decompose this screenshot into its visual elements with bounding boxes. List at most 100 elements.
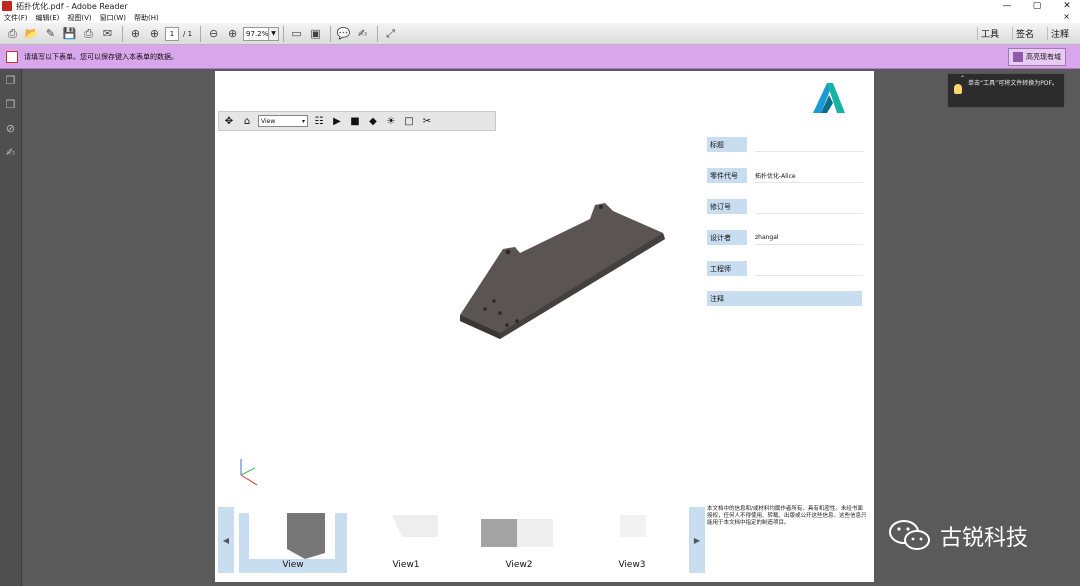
zoom-input[interactable]: 97.2% xyxy=(243,26,270,41)
form-message: 请填写以下表单。您可以保存键入本表单的数据。 xyxy=(24,52,178,61)
menu-help[interactable]: 帮助(H) xyxy=(134,13,159,23)
edit-icon[interactable]: ✎ xyxy=(42,25,59,42)
field-label: 设计者 xyxy=(707,230,747,245)
comment-icon[interactable]: 💬 xyxy=(335,25,352,42)
3d-part-model xyxy=(460,203,665,339)
view-label: View xyxy=(282,560,304,570)
save-icon[interactable]: 💾 xyxy=(61,25,78,42)
watermark: 古锐科技 xyxy=(888,518,1028,554)
menu-edit[interactable]: 编辑(E) xyxy=(36,13,60,23)
main-toolbar: ⎙ 📂 ✎ 💾 ⎙ ✉ ⊕ ⊕ 1 / 1 ⊖ ⊕ 97.2% ▼ ▭ ▣ 💬 … xyxy=(0,23,1080,45)
scroll-left-button[interactable]: ◀ xyxy=(218,507,234,573)
title-block-fields: 标题 零件代号 拓扑优化-Alice 修订号 设计者 zhangal 工程师 xyxy=(707,137,863,292)
separator xyxy=(330,25,332,42)
menu-bar: 文件(F) 编辑(E) 视图(V) 窗口(W) 帮助(H) xyxy=(0,12,1080,23)
menu-window[interactable]: 窗口(W) xyxy=(100,13,126,23)
highlight-fields-label: 高亮现有域 xyxy=(1026,53,1061,61)
zoom-in-icon[interactable]: ⊕ xyxy=(224,25,241,42)
tab-comment[interactable]: 注释 xyxy=(1046,27,1072,40)
part-number-field[interactable]: 拓扑优化-Alice xyxy=(755,168,863,183)
fit-width-icon[interactable]: ▣ xyxy=(307,25,324,42)
minimize-button[interactable]: — xyxy=(1000,1,1014,11)
print-icon[interactable]: ⎙ xyxy=(80,25,97,42)
view-thumbnail[interactable]: View xyxy=(239,513,347,573)
highlight-fields-button[interactable]: 高亮现有域 xyxy=(1008,48,1066,66)
highlight-icon[interactable]: ✍ xyxy=(354,25,371,42)
page-number-input[interactable]: 1 xyxy=(165,26,179,41)
zoom-dropdown-icon[interactable]: ▼ xyxy=(269,26,280,41)
page-thumbnails-icon[interactable]: ❐ xyxy=(5,75,17,87)
field-row: 设计者 zhangal xyxy=(707,230,863,261)
view-thumbnails: ◀ View View1 View2 View3 ▶ xyxy=(218,507,705,573)
zoom-out-icon[interactable]: ⊖ xyxy=(205,25,222,42)
close-button[interactable]: ✕ xyxy=(1060,1,1074,11)
chevron-down-icon: ▾ xyxy=(301,117,305,125)
pdf-page: ✥ ⌂ View ▾ ☷ ▶ ■ ◆ ☀ □ ✂ 标题 零件代号 拓扑优化-Al… xyxy=(215,71,874,582)
view-preview xyxy=(475,513,561,559)
view-label: View3 xyxy=(618,560,646,570)
lightbulb-icon xyxy=(954,84,962,94)
view-thumbnail[interactable]: View1 xyxy=(352,513,460,573)
field-row: 工程师 xyxy=(707,261,863,292)
lighting-icon[interactable]: ☀ xyxy=(384,114,398,128)
open-icon[interactable]: 📂 xyxy=(23,25,40,42)
title-field[interactable] xyxy=(755,137,863,152)
bookmarks-icon[interactable]: ❒ xyxy=(5,99,17,111)
page-count: / 1 xyxy=(183,29,193,38)
view-preview xyxy=(588,513,674,559)
disclaimer-text: 本文档中的信息和/或材料均属作者所有，具有机密性。未经书面授权，任何人不得使用、… xyxy=(707,506,867,526)
tab-sign[interactable]: 签名 xyxy=(1011,27,1037,40)
attachments-icon[interactable]: ⊘ xyxy=(5,123,17,135)
chevron-left-icon: ◀ xyxy=(222,535,230,545)
field-label: 零件代号 xyxy=(707,168,747,183)
menu-view[interactable]: 视图(V) xyxy=(67,13,91,23)
chevron-right-icon: ▶ xyxy=(693,535,701,545)
axis-triad xyxy=(240,459,258,486)
background-color-icon[interactable]: □ xyxy=(402,114,416,128)
form-icon xyxy=(6,50,18,63)
adobe-reader-icon xyxy=(2,1,12,11)
view-thumbnail[interactable]: View2 xyxy=(465,513,573,573)
engineer-field[interactable] xyxy=(755,261,863,276)
revision-field[interactable] xyxy=(755,199,863,214)
fit-page-icon[interactable]: ▭ xyxy=(288,25,305,42)
rotate-icon[interactable]: ✥ xyxy=(222,114,236,128)
view-select[interactable]: View ▾ xyxy=(258,115,308,127)
menu-file[interactable]: 文件(F) xyxy=(4,13,28,23)
left-navigation-pane: ❐ ❒ ⊘ ✍ xyxy=(0,69,22,586)
next-page-icon[interactable]: ⊕ xyxy=(146,25,163,42)
maximize-button[interactable]: ▢ xyxy=(1030,1,1044,11)
separator xyxy=(283,25,285,42)
wechat-icon xyxy=(889,520,930,550)
field-row: 修订号 xyxy=(707,199,863,230)
render-mode-icon[interactable]: ◆ xyxy=(366,114,380,128)
previous-page-icon[interactable]: ⊕ xyxy=(127,25,144,42)
separator xyxy=(377,25,379,42)
form-notification-bar: 请填写以下表单。您可以保存键入本表单的数据。 高亮现有域 xyxy=(0,45,1080,69)
tooltip-popup: ⌃ 单击“工具”可将文件转换为PDF。 xyxy=(947,73,1065,108)
email-icon[interactable]: ✉ xyxy=(99,25,116,42)
tab-tools[interactable]: 工具 xyxy=(976,27,1002,40)
designer-field[interactable]: zhangal xyxy=(755,230,863,245)
separator xyxy=(122,25,123,42)
projection-icon[interactable]: ■ xyxy=(348,114,362,128)
notes-label: 注释 xyxy=(707,291,862,306)
signatures-icon[interactable]: ✍ xyxy=(5,147,17,159)
tooltip-collapse-icon[interactable]: ⌃ xyxy=(960,75,965,83)
cross-section-icon[interactable]: ✂ xyxy=(420,114,434,128)
autodesk-logo xyxy=(813,83,845,113)
document-close-button[interactable]: × xyxy=(1063,12,1070,21)
scroll-right-button[interactable]: ▶ xyxy=(689,507,705,573)
field-label: 标题 xyxy=(707,137,747,152)
play-icon[interactable]: ▶ xyxy=(330,114,344,128)
field-row: 标题 xyxy=(707,137,863,168)
view-label: View1 xyxy=(392,560,420,570)
view-label: View2 xyxy=(505,560,533,570)
view-select-value: View xyxy=(261,117,276,125)
title-bar: 拓扑优化.pdf - Adobe Reader — ▢ ✕ xyxy=(0,0,1080,12)
create-pdf-icon[interactable]: ⎙ xyxy=(4,25,21,42)
view-thumbnail[interactable]: View3 xyxy=(578,513,686,573)
model-tree-icon[interactable]: ☷ xyxy=(312,114,326,128)
fullscreen-icon[interactable]: ⤢ xyxy=(382,25,399,42)
home-icon[interactable]: ⌂ xyxy=(240,114,254,128)
